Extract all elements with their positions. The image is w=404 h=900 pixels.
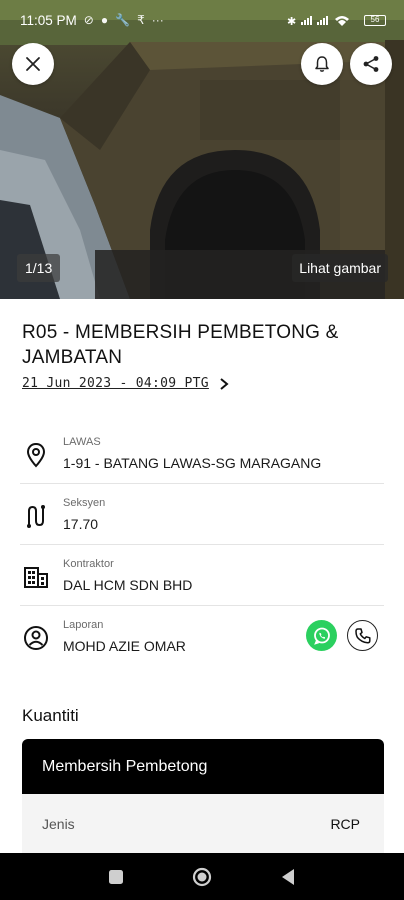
whatsapp-button[interactable]: [306, 620, 337, 651]
battery-icon: 56: [364, 14, 386, 26]
detail-value: DAL HCM SDN BHD: [63, 577, 193, 593]
status-bar: 11:05 PM ⊘ ● 🔧 ₹ ··· ✱ 56: [0, 0, 404, 40]
quantity-card-title: Membersih Pembetong: [22, 739, 384, 794]
do-not-disturb-icon: ⊘: [83, 13, 94, 27]
quantity-row: Jenis RCP: [22, 794, 384, 854]
detail-list: LAWAS 1-91 - BATANG LAWAS-SG MARAGANG Se…: [20, 423, 384, 667]
share-icon: [363, 56, 379, 72]
report-date[interactable]: 21 Jun 2023 - 04:09 PTG: [22, 376, 209, 391]
detail-row-contractor: Kontraktor DAL HCM SDN BHD: [20, 545, 384, 606]
system-navigation-bar: [0, 853, 404, 900]
detail-label: Kontraktor: [63, 558, 114, 570]
recent-apps-button[interactable]: [108, 869, 124, 885]
svg-text:✱: ✱: [287, 15, 296, 26]
detail-row-section: Seksyen 17.70: [20, 484, 384, 545]
home-button[interactable]: [192, 867, 212, 887]
close-icon: [26, 57, 40, 71]
status-time: 11:05 PM: [20, 12, 77, 28]
detail-value: 1-91 - BATANG LAWAS-SG MARAGANG: [63, 455, 322, 471]
building-icon: [24, 567, 48, 588]
quantity-value: RCP: [330, 816, 360, 832]
currency-icon: ₹: [137, 13, 145, 27]
quantity-section-title: Kuantiti: [22, 706, 79, 725]
view-photo-button[interactable]: Lihat gambar: [292, 254, 388, 282]
notification-button[interactable]: [301, 43, 343, 85]
chevron-right-icon: [220, 377, 229, 390]
location-pin-icon: [26, 442, 46, 468]
wrench-icon: 🔧: [115, 13, 131, 27]
detail-label: Laporan: [63, 619, 104, 631]
report-date-link[interactable]: 21 Jun 2023 - 04:09 PTG: [22, 376, 229, 391]
quantity-key: Jenis: [42, 816, 75, 832]
user-circle-icon: [24, 626, 48, 650]
bell-icon: [315, 56, 329, 72]
report-title: R05 - MEMBERSIH PEMBETONG & JAMBATAN: [22, 322, 339, 368]
quantity-card: Membersih Pembetong Jenis RCP: [22, 739, 384, 854]
contact-actions: [306, 620, 378, 651]
detail-label: LAWAS: [63, 436, 101, 448]
detail-row-location: LAWAS 1-91 - BATANG LAWAS-SG MARAGANG: [20, 423, 384, 484]
whatsapp-icon: [313, 627, 330, 645]
route-icon: [27, 505, 45, 528]
detail-label: Seksyen: [63, 497, 106, 509]
detail-row-reporter: Laporan MOHD AZIE OMAR: [20, 606, 384, 667]
more-notifications-icon: ···: [151, 13, 164, 27]
photo-gallery[interactable]: 11:05 PM ⊘ ● 🔧 ₹ ··· ✱ 56 1/13 Lihat gam…: [0, 0, 404, 299]
phone-icon: [354, 627, 371, 644]
detail-value: MOHD AZIE OMAR: [63, 638, 186, 654]
signal-wifi-icon: ✱: [287, 15, 349, 26]
chat-icon: ●: [100, 13, 109, 27]
detail-value: 17.70: [63, 516, 99, 532]
back-button[interactable]: [280, 868, 296, 886]
photo-counter: 1/13: [17, 254, 61, 282]
call-button[interactable]: [347, 620, 378, 651]
close-button[interactable]: [12, 43, 54, 85]
share-button[interactable]: [350, 43, 392, 85]
